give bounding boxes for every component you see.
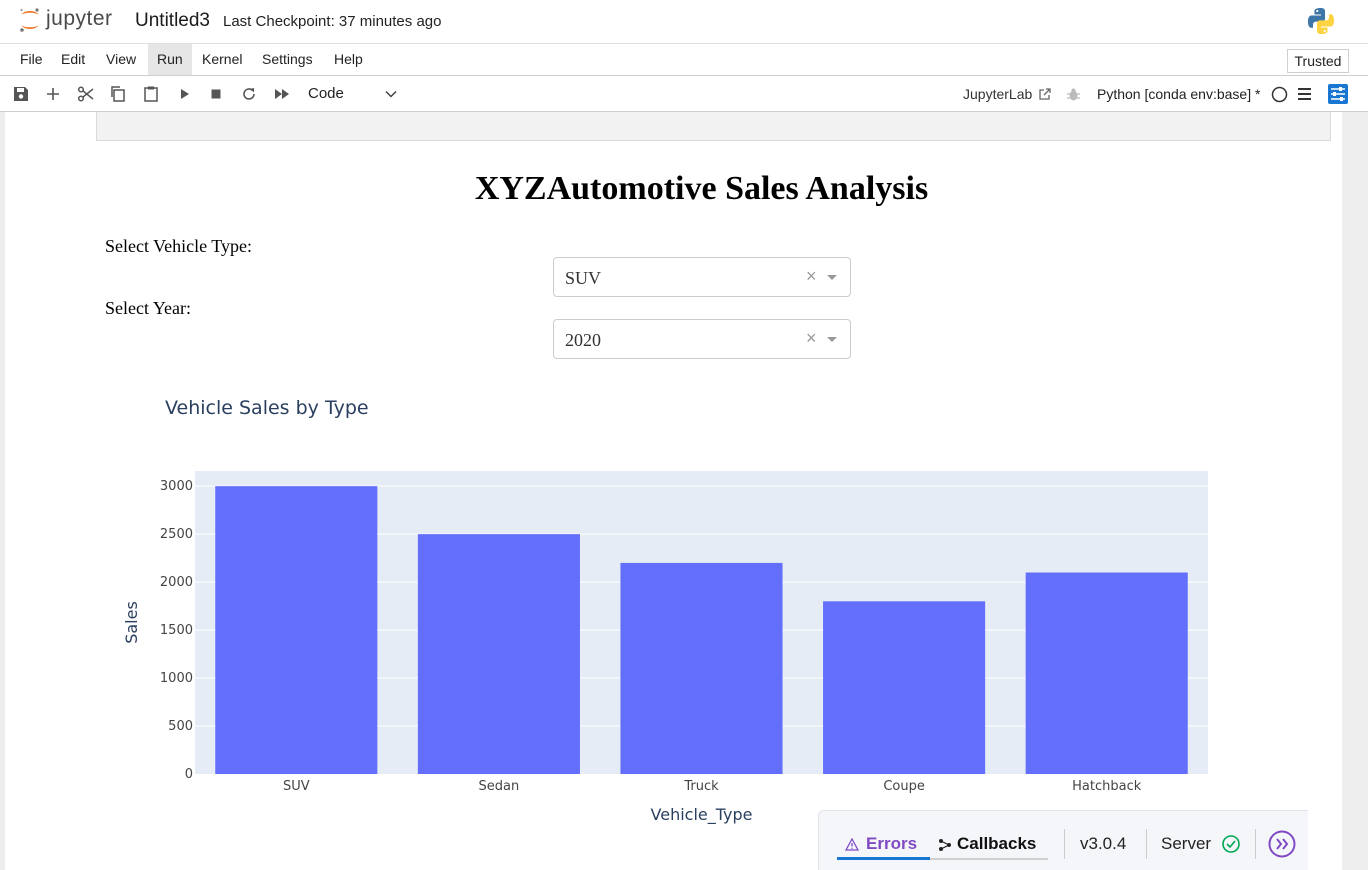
debugger-bug-icon[interactable] xyxy=(1066,87,1081,102)
stop-kernel-icon[interactable] xyxy=(206,84,226,104)
x-axis-title: Vehicle_Type xyxy=(651,805,753,825)
x-tick-label: SUV xyxy=(283,779,310,794)
dropdown-arrow-icon[interactable] xyxy=(827,275,837,280)
check-circle-icon xyxy=(1222,835,1240,853)
errors-tab[interactable]: Errors xyxy=(866,834,917,854)
add-cell-icon[interactable] xyxy=(43,84,63,104)
dash-debug-menu: Errors Callbacks v3.0.4 Server xyxy=(818,810,1308,870)
dash-version: v3.0.4 xyxy=(1080,834,1127,853)
callbacks-graph-icon xyxy=(939,839,951,851)
divider xyxy=(1064,829,1065,859)
bar-truck xyxy=(620,562,783,774)
run-all-icon[interactable] xyxy=(272,84,292,104)
x-tick-label: Truck xyxy=(683,779,719,794)
vehicle-type-value: SUV xyxy=(565,268,602,288)
menu-view[interactable]: View xyxy=(97,44,145,75)
menu-bar: File Edit View Run Kernel Settings Help … xyxy=(0,44,1368,76)
callbacks-tab[interactable]: Callbacks xyxy=(957,834,1036,854)
y-axis-title: Sales xyxy=(122,601,141,644)
x-tick-label: Hatchback xyxy=(1072,779,1142,794)
jupyter-logo-text: jupyter xyxy=(46,7,113,30)
paste-icon[interactable] xyxy=(141,84,161,104)
checkpoint-status: Last Checkpoint: 37 minutes ago xyxy=(223,13,442,30)
x-tick-label: Sedan xyxy=(479,779,520,794)
save-icon[interactable] xyxy=(11,84,31,104)
copy-icon[interactable] xyxy=(108,84,128,104)
warning-icon xyxy=(845,838,859,851)
year-value: 2020 xyxy=(565,330,601,350)
property-inspector-icon[interactable] xyxy=(1328,84,1348,104)
jupyterlab-link[interactable]: JupyterLab xyxy=(963,86,1032,102)
clear-icon[interactable]: × xyxy=(806,266,817,287)
menu-run[interactable]: Run xyxy=(148,44,192,75)
previous-cell[interactable] xyxy=(96,112,1331,141)
jupyter-logo-icon xyxy=(20,8,39,32)
python-logo-icon xyxy=(1308,8,1334,34)
notebook-toolbar: Code JupyterLab Python [conda env:base] … xyxy=(0,76,1368,112)
dropdown-arrow-icon[interactable] xyxy=(827,337,837,342)
vehicle-sales-chart: 0 500 1000 1500 2000 2500 3000 SUV Sedan Truck Cou… xyxy=(122,397,1208,825)
chart-title: Vehicle Sales by Type xyxy=(165,397,369,419)
y-tick-label: 1500 xyxy=(160,623,193,638)
notebook-title[interactable]: Untitled3 xyxy=(135,10,210,32)
menu-file[interactable]: File xyxy=(11,44,52,75)
vehicle-type-dropdown[interactable]: SUV × xyxy=(553,257,851,297)
year-label: Select Year: xyxy=(105,298,191,318)
cell-type-value: Code xyxy=(308,85,344,102)
menu-help[interactable]: Help xyxy=(325,44,372,75)
bar-suv xyxy=(215,486,378,774)
menu-lines-icon[interactable] xyxy=(1297,87,1312,101)
errors-tab-underline xyxy=(837,857,930,860)
clear-icon[interactable]: × xyxy=(806,328,817,349)
top-bar: jupyter Untitled3 Last Checkpoint: 37 mi… xyxy=(0,0,1368,44)
y-tick-label: 500 xyxy=(168,719,193,734)
year-dropdown[interactable]: 2020 × xyxy=(553,319,851,359)
restart-kernel-icon[interactable] xyxy=(239,84,259,104)
run-cell-icon[interactable] xyxy=(174,84,194,104)
bar-hatchback xyxy=(1025,572,1188,774)
callbacks-tab-underline xyxy=(930,858,1048,860)
dashboard-title: XYZAutomotive Sales Analysis xyxy=(474,170,929,207)
cut-icon[interactable] xyxy=(76,84,96,104)
menu-settings[interactable]: Settings xyxy=(253,44,322,75)
y-tick-label: 2000 xyxy=(160,575,193,590)
bar-sedan xyxy=(417,534,580,774)
cell-type-select[interactable]: Code xyxy=(308,85,398,102)
y-tick-label: 2500 xyxy=(160,527,193,542)
menu-edit[interactable]: Edit xyxy=(52,44,94,75)
vehicle-type-label: Select Vehicle Type: xyxy=(105,236,253,256)
collapse-debug-icon[interactable] xyxy=(1268,830,1296,858)
kernel-status-icon xyxy=(1271,86,1288,103)
chevron-down-icon xyxy=(385,90,397,98)
y-tick-label: 1000 xyxy=(160,671,193,686)
y-tick-label: 3000 xyxy=(160,479,193,494)
divider xyxy=(1255,829,1256,859)
x-tick-label: Coupe xyxy=(883,779,925,794)
bar-coupe xyxy=(823,601,986,774)
kernel-name[interactable]: Python [conda env:base] * xyxy=(1097,86,1260,102)
divider xyxy=(1146,829,1147,859)
external-link-icon xyxy=(1039,88,1051,100)
y-tick-label: 0 xyxy=(185,767,193,782)
menu-kernel[interactable]: Kernel xyxy=(193,44,251,75)
server-status-label: Server xyxy=(1161,834,1212,853)
trusted-indicator[interactable]: Trusted xyxy=(1287,49,1349,73)
